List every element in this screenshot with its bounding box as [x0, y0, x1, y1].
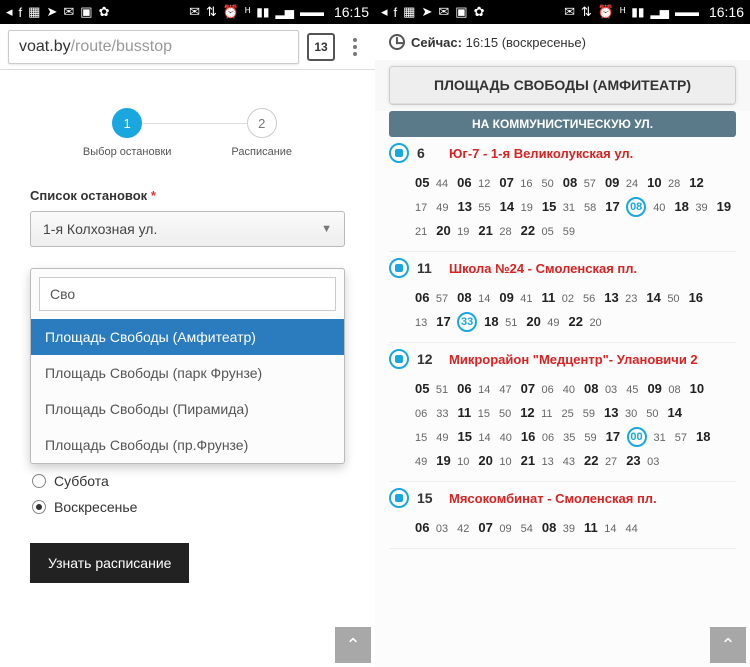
now-row: Сейчас: 16:15 (воскресенье): [375, 24, 750, 60]
statusbar: ◂f▦➤✉▣✿ ✉⇅⏰ᴴ▮▮▂▅▬▬ 16:15: [0, 0, 375, 24]
phone-right: ◂f▦➤✉▣✿ ✉⇅⏰ᴴ▮▮▂▅▬▬ 16:16 Сейчас: 16:15 (…: [375, 0, 750, 667]
scroll-top-button[interactable]: ⌃: [335, 627, 371, 663]
chevron-down-icon: ▼: [321, 223, 332, 235]
dropdown-search-input[interactable]: [39, 277, 336, 311]
route-destination: Школа №24 - Смоленская пл.: [449, 261, 637, 276]
bus-icon: [389, 488, 409, 508]
route-times: 06 5708 1409 4111 025613 2314 5016 1317 …: [389, 282, 736, 343]
day-radio[interactable]: Суббота: [32, 473, 345, 489]
route-header[interactable]: 15 Мясокомбинат - Смоленская пл.: [389, 488, 736, 508]
url-field[interactable]: voat.by/route/busstop: [8, 30, 299, 64]
route-header[interactable]: 12 Микрорайон "Медцентр"- Улановичи 2: [389, 349, 736, 369]
bus-icon: [389, 258, 409, 278]
schedule: НА КОММУНИСТИЧЕСКУЮ УЛ. 6 Юг-7 - 1-я Вели…: [375, 111, 750, 667]
route-destination: Юг-7 - 1-я Великолукская ул.: [449, 146, 633, 161]
dropdown-option[interactable]: Площадь Свободы (парк Фрунзе): [31, 355, 344, 391]
stepper: 1 Выбор остановки 2 Расписание: [0, 108, 375, 158]
direction-bar: НА КОММУНИСТИЧЕСКУЮ УЛ.: [389, 111, 736, 137]
route-header[interactable]: 6 Юг-7 - 1-я Великолукская ул.: [389, 143, 736, 163]
day-radio[interactable]: Воскресенье: [32, 499, 345, 515]
status-time: 16:15: [334, 4, 369, 20]
dropdown-option[interactable]: Площадь Свободы (пр.Фрунзе): [31, 427, 344, 463]
browser-urlbar: voat.by/route/busstop 13: [0, 24, 375, 70]
clock-icon: [389, 34, 405, 50]
page-content: 1 Выбор остановки 2 Расписание Список ос…: [0, 70, 375, 667]
step-2[interactable]: 2 Расписание: [231, 108, 292, 158]
status-time: 16:16: [709, 4, 744, 20]
route-destination: Микрорайон "Медцентр"- Улановичи 2: [449, 352, 698, 367]
bus-icon: [389, 349, 409, 369]
route-number: 12: [417, 351, 441, 367]
route-destination: Мясокомбинат - Смоленская пл.: [449, 491, 657, 506]
scroll-top-button[interactable]: ⌃: [710, 627, 746, 663]
bus-icon: [389, 143, 409, 163]
stop-list-label: Список остановок *: [30, 188, 345, 203]
stop-select[interactable]: 1-я Колхозная ул. ▼: [30, 211, 345, 247]
stop-title: ПЛОЩАДЬ СВОБОДЫ (АМФИТЕАТР): [390, 67, 735, 104]
route-number: 6: [417, 145, 441, 161]
menu-icon[interactable]: [343, 38, 367, 56]
dropdown-option[interactable]: Площадь Свободы (Амфитеатр): [31, 319, 344, 355]
route-times: 05 5106 144707 064008 034509 0810 063311…: [389, 373, 736, 482]
tabs-button[interactable]: 13: [307, 33, 335, 61]
phone-left: ◂f▦➤✉▣✿ ✉⇅⏰ᴴ▮▮▂▅▬▬ 16:15 voat.by/route/b…: [0, 0, 375, 667]
stop-dropdown: Площадь Свободы (Амфитеатр)Площадь Свобо…: [30, 268, 345, 464]
route-times: 05 4406 1207 165008 5709 2410 2812 17491…: [389, 167, 736, 252]
dropdown-option[interactable]: Площадь Свободы (Пирамида): [31, 391, 344, 427]
submit-button[interactable]: Узнать расписание: [30, 543, 189, 583]
route-number: 15: [417, 490, 441, 506]
stop-card: ПЛОЩАДЬ СВОБОДЫ (АМФИТЕАТР): [389, 66, 736, 105]
step-1[interactable]: 1 Выбор остановки: [83, 108, 171, 158]
route-header[interactable]: 11 Школа №24 - Смоленская пл.: [389, 258, 736, 278]
route-times: 06 034207 095408 3911 1444: [389, 512, 736, 549]
statusbar: ◂f▦➤✉▣✿ ✉⇅⏰ᴴ▮▮▂▅▬▬ 16:16: [375, 0, 750, 24]
route-number: 11: [417, 260, 441, 276]
